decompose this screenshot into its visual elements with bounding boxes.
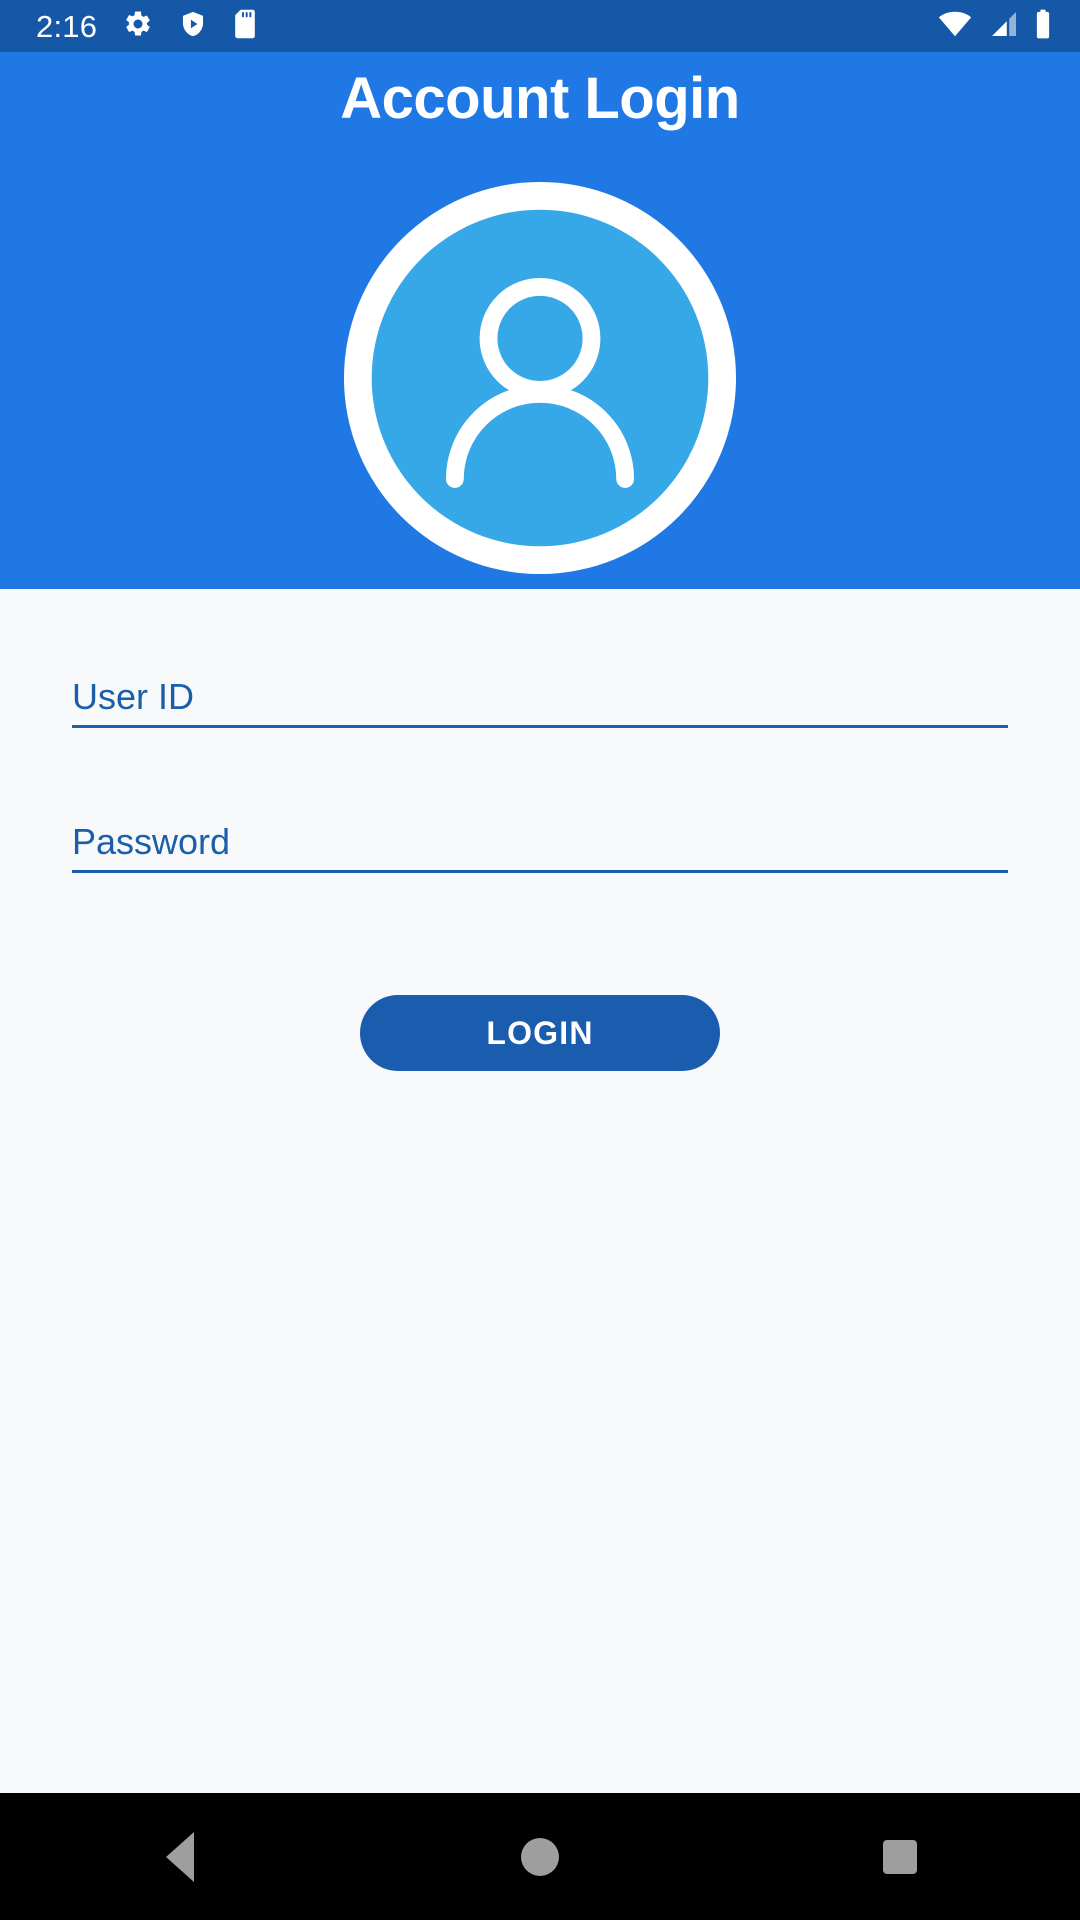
login-form: LOGIN bbox=[0, 589, 1080, 1793]
cellular-signal-icon bbox=[988, 11, 1018, 42]
password-field[interactable] bbox=[72, 815, 1008, 873]
nav-recents-button[interactable] bbox=[720, 1793, 1080, 1920]
app-screen: 2:16 Account Login User ID Password LOGI… bbox=[0, 0, 1080, 1920]
battery-icon bbox=[1034, 9, 1052, 44]
status-bar: 2:16 bbox=[0, 0, 1080, 52]
status-bar-clock: 2:16 bbox=[36, 8, 98, 44]
login-button[interactable]: LOGIN bbox=[360, 995, 720, 1071]
shield-play-icon bbox=[179, 9, 207, 44]
android-navigation-bar bbox=[0, 1793, 1080, 1920]
back-triangle-icon bbox=[166, 1831, 194, 1882]
nav-home-button[interactable] bbox=[360, 1793, 720, 1920]
user-id-field[interactable] bbox=[72, 670, 1008, 728]
status-bar-right-group bbox=[938, 9, 1052, 44]
password-input[interactable] bbox=[72, 815, 1008, 869]
gear-icon bbox=[123, 9, 153, 44]
recents-square-icon bbox=[883, 1839, 917, 1874]
status-bar-left-group: 2:16 bbox=[36, 9, 257, 44]
page-title: Account Login bbox=[340, 66, 740, 131]
user-avatar-icon bbox=[342, 180, 738, 576]
sd-card-icon bbox=[233, 9, 257, 44]
user-id-input[interactable] bbox=[72, 670, 1008, 724]
home-circle-icon bbox=[521, 1837, 559, 1876]
login-header: Account Login bbox=[0, 52, 1080, 589]
nav-back-button[interactable] bbox=[0, 1793, 360, 1920]
wifi-icon bbox=[938, 11, 972, 42]
